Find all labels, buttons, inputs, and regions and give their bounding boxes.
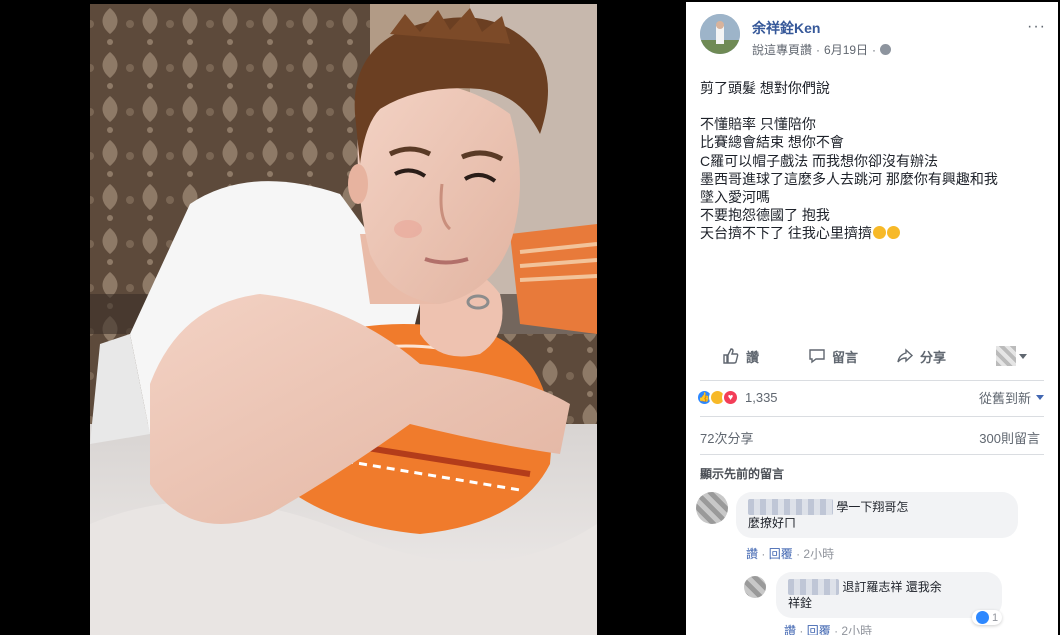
comment-dot: · bbox=[834, 624, 839, 635]
globe-icon bbox=[880, 44, 892, 55]
comment-sort-dropdown[interactable]: 從舊到新 bbox=[979, 388, 1044, 407]
comment-icon bbox=[809, 349, 825, 364]
reaction-count: 1,335 bbox=[745, 389, 778, 405]
comment-button[interactable]: 留言 bbox=[808, 347, 858, 366]
share-icon bbox=[897, 348, 914, 363]
comment-count[interactable]: 300則留言 bbox=[979, 428, 1040, 447]
comment-text: 學一下翔哥怎 bbox=[836, 500, 909, 514]
divider bbox=[700, 416, 1044, 417]
comment-bubble: ██████ 退訂羅志祥 還我余 祥銓 bbox=[776, 572, 1002, 618]
post-line-blank bbox=[700, 97, 1042, 115]
meta-separator: · bbox=[872, 42, 877, 57]
page-avatar bbox=[996, 346, 1016, 366]
reaction-icons: 👍 ♥ bbox=[696, 388, 739, 406]
comment-like-badge[interactable]: 1 bbox=[972, 610, 1003, 625]
comment-reply-link[interactable]: 回覆 bbox=[807, 624, 831, 635]
divider bbox=[700, 380, 1044, 381]
selfie-image bbox=[90, 4, 597, 635]
post-line: 剪了頭髮 想對你們說 bbox=[700, 80, 830, 96]
chevron-down-icon bbox=[1019, 353, 1027, 359]
post-body: 剪了頭髮 想對你們說 不懂賠率 只懂陪你 比賽總會結束 想你不會 C羅可以帽子戲… bbox=[700, 79, 1042, 243]
thumbs-up-icon bbox=[723, 348, 739, 364]
comment-text: 麼撩好ㄇ bbox=[748, 516, 797, 530]
author-name[interactable]: 余祥銓Ken bbox=[752, 18, 820, 38]
comment-time[interactable]: 2小時 bbox=[841, 624, 872, 635]
like-reaction-icon bbox=[976, 611, 989, 624]
chevron-down-icon bbox=[1036, 395, 1044, 400]
show-previous-comments-link[interactable]: 顯示先前的留言 bbox=[700, 465, 784, 482]
commenter-avatar[interactable] bbox=[744, 576, 766, 598]
photo-viewer bbox=[0, 0, 686, 635]
post-line: 不懂賠率 只懂陪你 bbox=[700, 116, 816, 133]
comment-text: 祥銓 bbox=[788, 596, 813, 610]
share-button[interactable]: 分享 bbox=[896, 347, 946, 366]
comment-like-count: 1 bbox=[992, 611, 999, 624]
like-button[interactable]: 讚 bbox=[722, 347, 759, 366]
comment-label: 留言 bbox=[832, 349, 859, 365]
post-sidebar: 余祥銓Ken 說這專頁讚 · 6月19日 · ··· 剪了頭髮 想對你們說 不懂… bbox=[686, 2, 1058, 635]
comment-actions: 讚 · 回覆 · 2小時 bbox=[784, 622, 872, 635]
comment-like-link[interactable]: 讚 bbox=[784, 624, 796, 635]
post-actions: 讚 留言 分享 bbox=[700, 336, 1044, 376]
reactions-summary[interactable]: 👍 ♥ 1,335 從舊到新 bbox=[696, 386, 1044, 408]
comment-dot: · bbox=[761, 547, 766, 561]
rofl-emoji-icon bbox=[886, 226, 900, 240]
comment-reply-link[interactable]: 回覆 bbox=[769, 547, 793, 561]
comment-like-link[interactable]: 讚 bbox=[746, 547, 758, 561]
audience-label[interactable]: 說這專頁讚 bbox=[752, 41, 812, 58]
comment-bubble: ██████████ 學一下翔哥怎 麼撩好ㄇ bbox=[736, 492, 1018, 538]
post-meta: 說這專頁讚 · 6月19日 · bbox=[752, 41, 892, 58]
sort-label: 從舊到新 bbox=[978, 391, 1031, 406]
commenter-avatar[interactable] bbox=[696, 492, 728, 524]
audience-selector[interactable] bbox=[996, 346, 1027, 366]
post-header: 余祥銓Ken 說這專頁讚 · 6月19日 · ··· bbox=[700, 14, 1048, 60]
like-label: 讚 bbox=[746, 349, 760, 365]
share-label: 分享 bbox=[920, 349, 947, 365]
post-line: 墜入愛河嗎 bbox=[700, 189, 770, 206]
post-line: C羅可以帽子戲法 而我想你卻沒有辦法 bbox=[700, 152, 938, 169]
post-line: 墨西哥進球了這麼多人去跳河 那麼你有興趣和我 bbox=[700, 170, 998, 187]
love-reaction-icon: ♥ bbox=[722, 388, 739, 406]
post-line: 不要抱怨德國了 抱我 bbox=[700, 207, 830, 224]
divider bbox=[700, 454, 1044, 455]
comment-item: ██████████ 學一下翔哥怎 麼撩好ㄇ 讚 · 回覆 · 2小時 bbox=[696, 492, 1036, 562]
comment-actions: 讚 · 回覆 · 2小時 bbox=[746, 545, 834, 562]
author-avatar[interactable] bbox=[700, 14, 740, 54]
comment-text: 退訂羅志祥 還我余 bbox=[842, 580, 942, 594]
rofl-emoji-icon bbox=[872, 226, 886, 240]
post-line-last: 天台擠不下了 往我心里擠擠 bbox=[700, 224, 1042, 242]
post-line: 天台擠不下了 往我心里擠擠 bbox=[700, 225, 872, 242]
post-photo[interactable] bbox=[90, 4, 597, 635]
comment-time[interactable]: 2小時 bbox=[803, 547, 834, 561]
comment-reply-item: ██████ 退訂羅志祥 還我余 祥銓 1 讚 · 回覆 · 2小時 bbox=[744, 572, 1044, 635]
commenter-name[interactable]: ██████████ bbox=[748, 499, 834, 515]
post-date[interactable]: 6月19日 bbox=[824, 41, 868, 58]
comment-dot: · bbox=[796, 547, 801, 561]
meta-separator: · bbox=[816, 42, 821, 57]
more-options-icon[interactable]: ··· bbox=[1027, 18, 1046, 36]
comment-dot: · bbox=[799, 624, 804, 635]
post-line: 比賽總會結束 想你不會 bbox=[700, 134, 844, 151]
share-count[interactable]: 72次分享 bbox=[700, 428, 753, 447]
commenter-name[interactable]: ██████ bbox=[788, 579, 840, 595]
